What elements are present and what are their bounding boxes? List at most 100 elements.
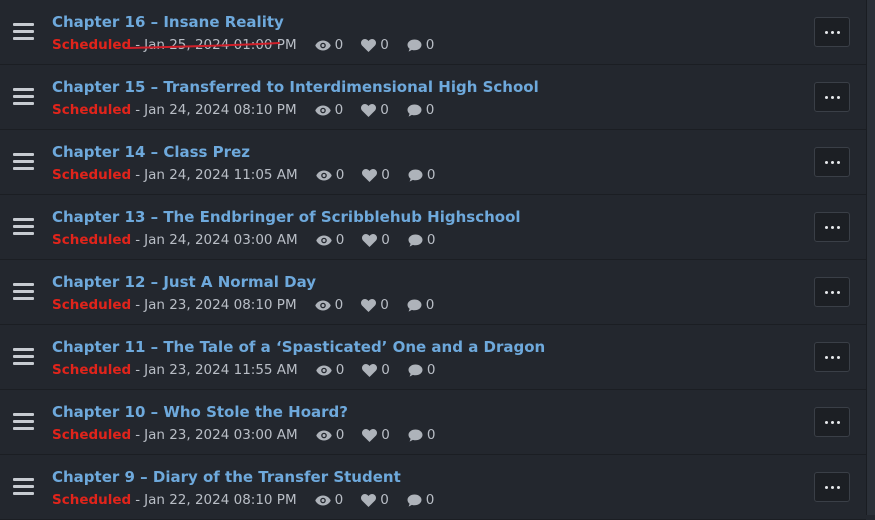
views-count: 0 (335, 362, 345, 378)
views-count: 0 (335, 167, 345, 183)
more-options-button[interactable] (814, 407, 850, 437)
views-stat: 0 (315, 362, 345, 378)
drag-handle-icon[interactable] (13, 153, 34, 170)
status-label: Scheduled (52, 102, 132, 118)
comments-stat: 0 (408, 167, 435, 183)
chapter-row: Chapter 16 – Insane Reality Scheduled - … (0, 0, 866, 65)
eye-icon (315, 235, 332, 245)
comments-stat: 0 (408, 232, 435, 248)
likes-stat: 0 (362, 167, 390, 183)
more-options-button[interactable] (814, 472, 850, 502)
meta-separator: - (135, 362, 141, 378)
likes-stat: 0 (361, 297, 389, 313)
status-label: Scheduled (52, 37, 132, 53)
scheduled-date: Jan 25, 2024 01:00 PM (144, 37, 297, 53)
comment-icon (408, 234, 423, 247)
views-count: 0 (334, 37, 344, 53)
likes-stat: 0 (362, 427, 390, 443)
drag-handle-icon[interactable] (13, 283, 34, 300)
chapter-row: Chapter 15 – Transferred to Interdimensi… (0, 65, 866, 130)
comment-icon (407, 39, 422, 52)
chapter-title-link[interactable]: Chapter 16 – Insane Reality (52, 13, 284, 31)
views-stat: 0 (314, 102, 343, 118)
views-stat: 0 (315, 167, 345, 183)
eye-icon (315, 170, 332, 180)
eye-icon (314, 495, 331, 505)
comment-icon (407, 104, 422, 117)
likes-count: 0 (380, 102, 389, 118)
chapter-meta: Scheduled - Jan 24, 2024 11:05 AM 0 0 0 (52, 167, 435, 183)
chapter-title-link[interactable]: Chapter 10 – Who Stole the Hoard? (52, 403, 348, 421)
status-label: Scheduled (52, 492, 132, 508)
comments-stat: 0 (408, 427, 436, 443)
likes-stat: 0 (362, 362, 390, 378)
drag-handle-icon[interactable] (13, 88, 34, 105)
status-label: Scheduled (52, 427, 132, 443)
views-count: 0 (335, 427, 345, 443)
comment-icon (408, 364, 423, 377)
comments-stat: 0 (407, 492, 435, 508)
heart-icon (362, 168, 378, 182)
drag-handle-icon[interactable] (13, 218, 34, 235)
views-count: 0 (334, 297, 344, 313)
comments-stat: 0 (408, 362, 435, 378)
comment-icon (408, 169, 423, 182)
likes-count: 0 (381, 427, 390, 443)
meta-separator: - (135, 167, 141, 183)
more-options-button[interactable] (814, 212, 850, 242)
views-count: 0 (334, 492, 344, 508)
more-options-button[interactable] (814, 277, 850, 307)
more-options-button[interactable] (814, 17, 850, 47)
comments-count: 0 (425, 492, 435, 508)
drag-handle-icon[interactable] (13, 413, 34, 430)
scheduled-date: Jan 24, 2024 03:00 AM (144, 232, 298, 248)
views-stat: 0 (315, 427, 345, 443)
views-stat: 0 (314, 492, 344, 508)
likes-count: 0 (381, 232, 390, 248)
views-count: 0 (335, 232, 345, 248)
eye-icon (314, 300, 331, 310)
comments-count: 0 (425, 37, 435, 53)
comments-stat: 0 (407, 37, 435, 53)
meta-separator: - (135, 297, 141, 313)
status-label: Scheduled (52, 297, 132, 313)
chapter-title-link[interactable]: Chapter 12 – Just A Normal Day (52, 273, 316, 291)
eye-icon (314, 105, 331, 115)
heart-icon (361, 298, 377, 312)
more-options-button[interactable] (814, 342, 850, 372)
chapter-meta: Scheduled - Jan 25, 2024 01:00 PM 0 0 0 (52, 37, 434, 53)
heart-icon (361, 103, 377, 117)
chapter-title-link[interactable]: Chapter 14 – Class Prez (52, 143, 250, 161)
chapter-title-link[interactable]: Chapter 13 – The Endbringer of Scribbleh… (52, 208, 521, 226)
status-label: Scheduled (52, 362, 132, 378)
more-options-button[interactable] (814, 82, 850, 112)
chapter-title-link[interactable]: Chapter 15 – Transferred to Interdimensi… (52, 78, 539, 96)
more-options-button[interactable] (814, 147, 850, 177)
likes-count: 0 (380, 297, 389, 313)
likes-stat: 0 (362, 232, 390, 248)
comment-icon (408, 429, 423, 442)
likes-stat: 0 (361, 102, 389, 118)
views-stat: 0 (315, 232, 345, 248)
chapter-row: Chapter 9 – Diary of the Transfer Studen… (0, 455, 866, 520)
meta-separator: - (135, 232, 141, 248)
comments-count: 0 (425, 297, 435, 313)
comment-icon (407, 494, 422, 507)
chapter-title-link[interactable]: Chapter 9 – Diary of the Transfer Studen… (52, 468, 401, 486)
views-stat: 0 (314, 37, 344, 53)
drag-handle-icon[interactable] (13, 23, 34, 40)
chapter-row: Chapter 13 – The Endbringer of Scribbleh… (0, 195, 866, 260)
eye-icon (315, 365, 332, 375)
chapter-title-link[interactable]: Chapter 11 – The Tale of a ‘Spasticated’… (52, 338, 545, 356)
drag-handle-icon[interactable] (13, 348, 34, 365)
heart-icon (362, 428, 378, 442)
eye-icon (314, 40, 331, 50)
scrollbar[interactable] (866, 0, 875, 515)
chapter-row: Chapter 10 – Who Stole the Hoard? Schedu… (0, 390, 866, 455)
drag-handle-icon[interactable] (13, 478, 34, 495)
scheduled-date: Jan 23, 2024 03:00 AM (144, 427, 298, 443)
comments-count: 0 (426, 427, 436, 443)
comments-stat: 0 (407, 102, 434, 118)
likes-count: 0 (380, 492, 389, 508)
chapter-list: Chapter 16 – Insane Reality Scheduled - … (0, 0, 866, 520)
